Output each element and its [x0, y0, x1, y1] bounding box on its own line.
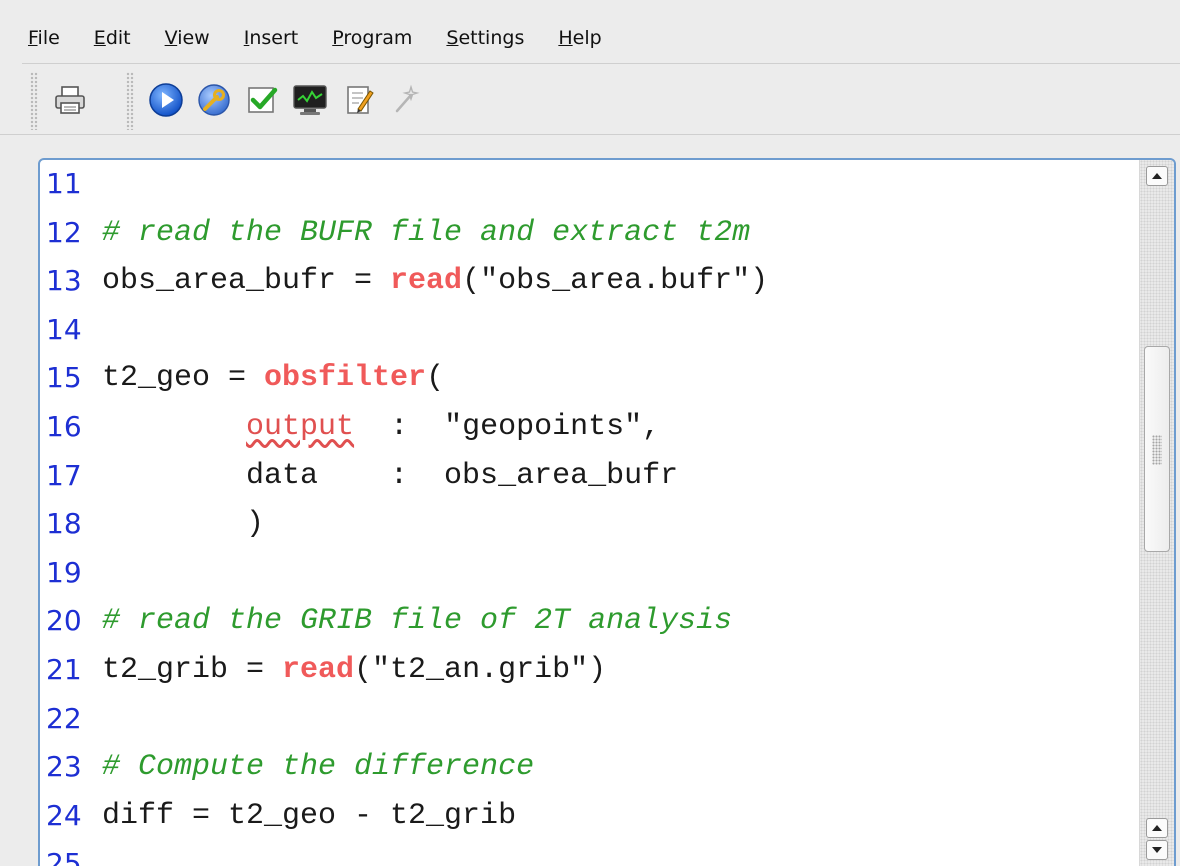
line-text: obs_area_bufr = read("obs_area.bufr"): [102, 261, 768, 301]
line-number: 24: [46, 798, 82, 832]
magic-wand-icon: [395, 84, 420, 113]
code-line[interactable]: 21 t2_grib = read("t2_an.grib"): [46, 650, 1134, 699]
code-token: : "geopoints",: [354, 409, 661, 444]
line-text: # read the BUFR file and extract t2m: [102, 213, 750, 253]
monitor-button[interactable]: [290, 80, 330, 120]
line-number: 18: [46, 507, 82, 541]
code-line[interactable]: 13 obs_area_bufr = read("obs_area.bufr"): [46, 261, 1134, 310]
code-token: ("t2_an.grib"): [354, 652, 607, 687]
line-text: diff = t2_geo - t2_grib: [102, 796, 516, 836]
scrollbar-grip: [1152, 435, 1162, 465]
line-number: 20: [46, 604, 82, 638]
scrollbar-thumb[interactable]: [1144, 346, 1170, 552]
line-number: 22: [46, 701, 82, 735]
code-token: t2_grib =: [102, 652, 283, 687]
code-token: ("obs_area.bufr"): [462, 264, 769, 299]
code-line[interactable]: 23 # Compute the difference: [46, 747, 1134, 796]
arrow-down-icon: [1152, 847, 1162, 853]
play-icon: [149, 83, 183, 117]
code-line[interactable]: 16 output : "geopoints",: [46, 407, 1134, 456]
toolbar-separator: [0, 134, 1180, 135]
code-line[interactable]: 25: [46, 844, 1134, 866]
macro-editor-window: File Edit View Insert Program Settings H…: [0, 0, 1180, 866]
code-comment: # read the GRIB file of 2T analysis: [102, 604, 733, 639]
wrench-globe-icon: [198, 84, 230, 116]
code-comment: # Compute the difference: [102, 750, 535, 785]
edit-button[interactable]: [340, 80, 380, 120]
line-number: 12: [46, 215, 82, 249]
code-token: diff = t2_geo - t2_grib: [102, 798, 517, 833]
line-number: 19: [46, 555, 82, 589]
menu-edit[interactable]: Edit: [88, 23, 137, 53]
edit-document-icon: [347, 86, 374, 114]
line-text: # Compute the difference: [102, 747, 534, 787]
code-token: t2_geo =: [102, 361, 265, 396]
line-number: 11: [46, 167, 82, 200]
code-line[interactable]: 11: [46, 164, 1134, 213]
vertical-scrollbar[interactable]: [1139, 160, 1174, 866]
menu-file[interactable]: File: [22, 23, 66, 53]
line-number: 16: [46, 409, 82, 443]
line-number: 13: [46, 264, 82, 298]
line-number: 23: [46, 750, 82, 784]
menu-settings[interactable]: Settings: [440, 23, 530, 53]
scroll-up-button[interactable]: [1146, 166, 1168, 186]
scroll-up-button-lower[interactable]: [1146, 818, 1168, 838]
code-line[interactable]: 15 t2_geo = obsfilter(: [46, 358, 1134, 407]
line-number: 25: [46, 847, 82, 866]
code-line[interactable]: 18 ): [46, 504, 1134, 553]
line-number: 14: [46, 312, 82, 346]
menu-separator: [22, 63, 1180, 64]
code-comment: # read the BUFR file and extract t2m: [102, 215, 751, 250]
check-button[interactable]: [242, 80, 282, 120]
arrow-up-icon: [1152, 173, 1162, 179]
debug-button[interactable]: [194, 80, 234, 120]
code-function: obsfilter: [264, 361, 427, 396]
toolbar-grip[interactable]: [126, 72, 134, 130]
code-parameter-warning: output: [246, 409, 355, 444]
toolbar: [22, 66, 1180, 134]
code-function: read: [282, 652, 355, 687]
code-function: read: [390, 264, 463, 299]
line-text: t2_geo = obsfilter(: [102, 358, 444, 398]
line-text: data : obs_area_bufr: [102, 456, 678, 496]
line-number: 15: [46, 361, 82, 395]
code-line[interactable]: 22: [46, 699, 1134, 748]
run-button[interactable]: [146, 80, 186, 120]
check-document-icon: [248, 87, 278, 113]
line-number: 17: [46, 458, 82, 492]
code-lines: 11 12 # read the BUFR file and extract t2m…: [46, 164, 1134, 866]
line-text: output : "geopoints",: [102, 407, 660, 447]
menu-program[interactable]: Program: [326, 23, 418, 53]
printer-icon: [55, 86, 85, 114]
wizard-button[interactable]: [386, 80, 426, 120]
line-text: # read the GRIB file of 2T analysis: [102, 601, 732, 641]
code-token: obs_area_bufr =: [102, 264, 391, 299]
code-editor[interactable]: 11 12 # read the BUFR file and extract t2m…: [38, 158, 1176, 866]
code-line[interactable]: 24 diff = t2_geo - t2_grib: [46, 796, 1134, 845]
menu-help[interactable]: Help: [552, 23, 607, 53]
code-line[interactable]: 17 data : obs_area_bufr: [46, 456, 1134, 505]
line-text: ): [102, 504, 264, 544]
scroll-down-button[interactable]: [1146, 840, 1168, 860]
code-token: data : obs_area_bufr: [102, 458, 679, 493]
line-text: t2_grib = read("t2_an.grib"): [102, 650, 606, 690]
code-token: ): [102, 507, 265, 542]
code-token: (: [426, 361, 445, 396]
menu-insert[interactable]: Insert: [238, 23, 305, 53]
menubar: File Edit View Insert Program Settings H…: [22, 18, 630, 58]
monitor-chart-icon: [293, 85, 327, 115]
menu-view[interactable]: View: [159, 23, 216, 53]
toolbar-grip[interactable]: [30, 72, 38, 130]
print-button[interactable]: [50, 80, 90, 120]
arrow-up-icon: [1152, 825, 1162, 831]
line-number: 21: [46, 652, 82, 686]
code-line[interactable]: 20 # read the GRIB file of 2T analysis: [46, 601, 1134, 650]
code-line[interactable]: 14: [46, 310, 1134, 359]
code-line[interactable]: 12 # read the BUFR file and extract t2m: [46, 213, 1134, 262]
code-line[interactable]: 19: [46, 553, 1134, 602]
